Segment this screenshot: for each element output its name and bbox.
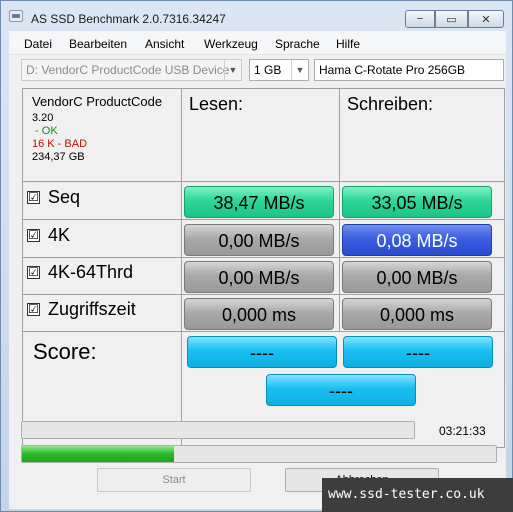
4k-write-result: 0,08 MB/s: [342, 224, 492, 256]
window-title: AS SSD Benchmark 2.0.7316.34247: [31, 12, 226, 26]
read-column-header: Lesen:: [189, 94, 244, 114]
menu-ansicht[interactable]: Ansicht: [145, 37, 184, 51]
menu-hilfe[interactable]: Hilfe: [336, 37, 360, 51]
row-access-label[interactable]: ☑ Zugriffszeit: [27, 299, 136, 320]
chevron-down-icon: ▼: [291, 60, 308, 80]
write-column-header: Schreiben:: [347, 94, 434, 114]
4k64-write-result: 0,00 MB/s: [342, 261, 492, 293]
row-4k-label[interactable]: ☑ 4K: [27, 225, 70, 246]
score-read-result: ----: [187, 336, 337, 368]
access-checkbox[interactable]: ☑: [27, 303, 40, 316]
score-total-result: ----: [266, 374, 416, 406]
row-seq-label[interactable]: ☑ Seq: [27, 187, 80, 208]
score-label: Score:: [33, 339, 97, 364]
row-4k64-label[interactable]: ☑ 4K-64Thrd: [27, 262, 133, 283]
chevron-down-icon: ▼: [224, 60, 241, 80]
drive-name: VendorC ProductCode: [32, 94, 163, 109]
drive-select[interactable]: D: VendorC ProductCode USB Device ▼: [21, 59, 242, 81]
menu-bearbeiten[interactable]: Bearbeiten: [69, 37, 127, 51]
4k64-read-result: 0,00 MB/s: [184, 261, 334, 293]
firmware-version: 3.20: [32, 112, 54, 124]
menu-datei[interactable]: Datei: [24, 37, 52, 51]
seq-write-result: 33,05 MB/s: [342, 186, 492, 218]
size-select[interactable]: 1 GB ▼: [249, 59, 309, 81]
close-button[interactable]: ✕: [468, 10, 504, 28]
menu-sprache[interactable]: Sprache: [275, 37, 320, 51]
elapsed-time: 03:21:33: [439, 424, 486, 438]
4k64-label-text: 4K-64Thrd: [48, 262, 134, 282]
current-test-progress: [21, 421, 415, 439]
drive-capacity: 234,37 GB: [32, 151, 85, 163]
start-button[interactable]: Start: [97, 468, 251, 492]
4k-read-result: 0,00 MB/s: [184, 224, 334, 256]
total-progress: [21, 445, 497, 463]
access-label-text: Zugriffszeit: [48, 299, 136, 319]
seq-read-result: 38,47 MB/s: [184, 186, 334, 218]
seq-label-text: Seq: [48, 187, 81, 207]
size-select-value: 1 GB: [254, 63, 282, 77]
menu-bar: Datei Bearbeiten Ansicht Werkzeug Sprach…: [9, 31, 506, 55]
minimize-button[interactable]: −: [405, 10, 435, 28]
app-drive-icon: [9, 10, 23, 22]
alignment-status: 16 K - BAD: [32, 138, 88, 150]
menu-werkzeug[interactable]: Werkzeug: [204, 37, 258, 51]
4k-label-text: 4K: [48, 225, 71, 245]
benchmark-grid: VendorC ProductCode 3.20 - OK 16 K - BAD…: [22, 88, 505, 448]
seq-checkbox[interactable]: ☑: [27, 191, 40, 204]
title-bar[interactable]: AS SSD Benchmark 2.0.7316.34247 − ▭ ✕: [1, 1, 512, 31]
score-write-result: ----: [343, 336, 493, 368]
drive-select-value: D: VendorC ProductCode USB Device: [26, 63, 230, 77]
total-progress-fill: [22, 446, 174, 462]
client-area: Datei Bearbeiten Ansicht Werkzeug Sprach…: [9, 31, 506, 509]
driver-status: - OK: [32, 125, 58, 137]
drive-label-field[interactable]: Hama C-Rotate Pro 256GB: [314, 59, 504, 81]
access-write-result: 0,000 ms: [342, 298, 492, 330]
maximize-button[interactable]: ▭: [435, 10, 468, 28]
drive-info: VendorC ProductCode 3.20 - OK 16 K - BAD…: [32, 95, 162, 164]
access-read-result: 0,000 ms: [184, 298, 334, 330]
app-window: AS SSD Benchmark 2.0.7316.34247 − ▭ ✕ Da…: [0, 0, 513, 512]
4k64-checkbox[interactable]: ☑: [27, 266, 40, 279]
watermark: www.ssd-tester.co.uk: [322, 478, 513, 512]
4k-checkbox[interactable]: ☑: [27, 229, 40, 242]
